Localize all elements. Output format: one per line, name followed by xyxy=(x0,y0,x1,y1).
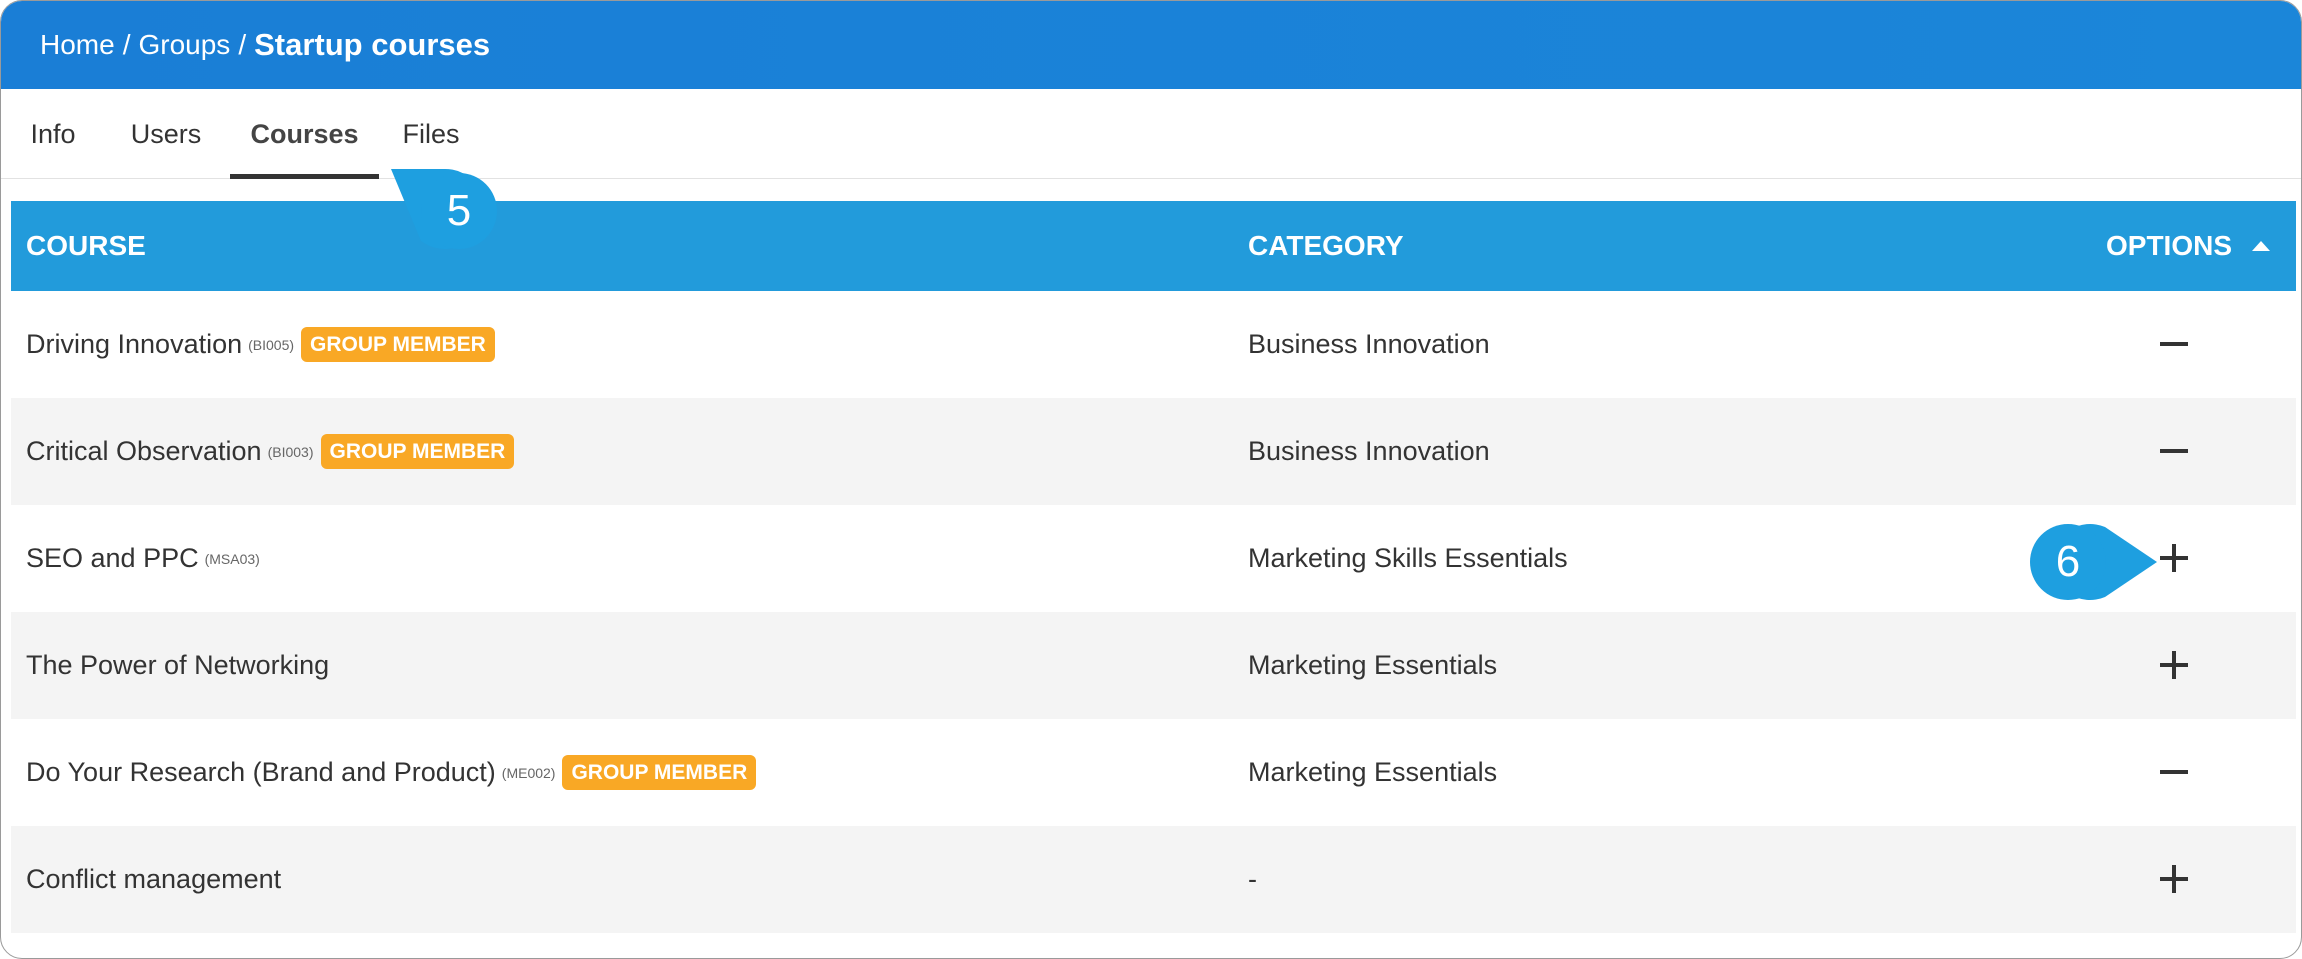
course-name: The Power of Networking xyxy=(26,650,330,680)
course-name: Do Your Research (Brand and Product) xyxy=(26,757,496,787)
sort-ascending-icon[interactable] xyxy=(2252,241,2271,251)
course-category: - xyxy=(1248,864,1257,894)
column-header-course[interactable]: COURSE xyxy=(26,201,146,291)
course-name: Driving Innovation xyxy=(26,329,243,359)
plus-icon xyxy=(2172,544,2176,572)
plus-icon xyxy=(2172,865,2176,893)
plus-icon xyxy=(2172,651,2176,679)
column-header-category[interactable]: CATEGORY xyxy=(1248,201,1404,291)
remove-course-button[interactable] xyxy=(2156,433,2192,469)
table-row: Do Your Research (Brand and Product) (ME… xyxy=(11,719,2296,826)
table-row: The Power of Networking Marketing Essent… xyxy=(11,612,2296,719)
table-row: SEO and PPC (MSA03) Marketing Skills Ess… xyxy=(11,505,2296,612)
tab-courses[interactable]: Courses xyxy=(230,89,379,179)
breadcrumb-groups-link[interactable]: Groups xyxy=(138,29,230,61)
remove-course-button[interactable] xyxy=(2156,326,2192,362)
breadcrumb-home-link[interactable]: Home xyxy=(40,29,115,61)
course-category: Marketing Essentials xyxy=(1248,757,1498,787)
column-header-options-label: OPTIONS xyxy=(2106,230,2233,261)
group-member-badge: GROUP MEMBER xyxy=(301,327,495,362)
course-name: Conflict management xyxy=(26,864,282,894)
minus-icon xyxy=(2160,342,2188,346)
group-member-badge: GROUP MEMBER xyxy=(562,755,757,790)
add-course-button[interactable] xyxy=(2156,540,2192,576)
breadcrumb-separator: / xyxy=(122,29,131,60)
course-category: Marketing Skills Essentials xyxy=(1248,543,1568,573)
callout-6: 6 xyxy=(2055,537,2081,586)
minus-icon xyxy=(2160,770,2188,774)
group-member-badge: GROUP MEMBER xyxy=(320,434,515,469)
table-row: Driving Innovation (BI005) GROUP MEMBER … xyxy=(11,291,2296,398)
tab-bar: Info Users Courses Files xyxy=(1,89,2301,179)
course-code: (ME002) xyxy=(501,764,556,781)
tab-users[interactable]: Users xyxy=(119,89,213,179)
course-code: (MSA03) xyxy=(204,550,260,567)
course-code: (BI003) xyxy=(267,443,314,460)
course-name: SEO and PPC xyxy=(26,543,199,573)
add-course-button[interactable] xyxy=(2156,647,2192,683)
column-header-options[interactable]: OPTIONS xyxy=(2106,201,2271,291)
breadcrumb-separator: / xyxy=(238,29,247,60)
tab-info[interactable]: Info xyxy=(9,89,97,179)
table-header: COURSE CATEGORY OPTIONS xyxy=(11,201,2296,291)
course-name: Critical Observation xyxy=(26,436,262,466)
course-code: (BI005) xyxy=(248,336,295,353)
course-category: Business Innovation xyxy=(1248,436,1490,466)
table-row: Critical Observation (BI003) GROUP MEMBE… xyxy=(11,398,2296,505)
course-category: Business Innovation xyxy=(1248,329,1490,359)
table-row: Conflict management - xyxy=(11,826,2296,933)
add-course-button[interactable] xyxy=(2156,861,2192,897)
page-title: Startup courses xyxy=(254,27,491,62)
callout-5: 5 xyxy=(446,186,472,235)
remove-course-button[interactable] xyxy=(2156,754,2192,790)
minus-icon xyxy=(2160,449,2188,453)
breadcrumb: Home / Groups / Startup courses xyxy=(1,1,2301,89)
app-frame: Home / Groups / Startup courses Info Use… xyxy=(0,0,2302,959)
course-category: Marketing Essentials xyxy=(1248,650,1498,680)
